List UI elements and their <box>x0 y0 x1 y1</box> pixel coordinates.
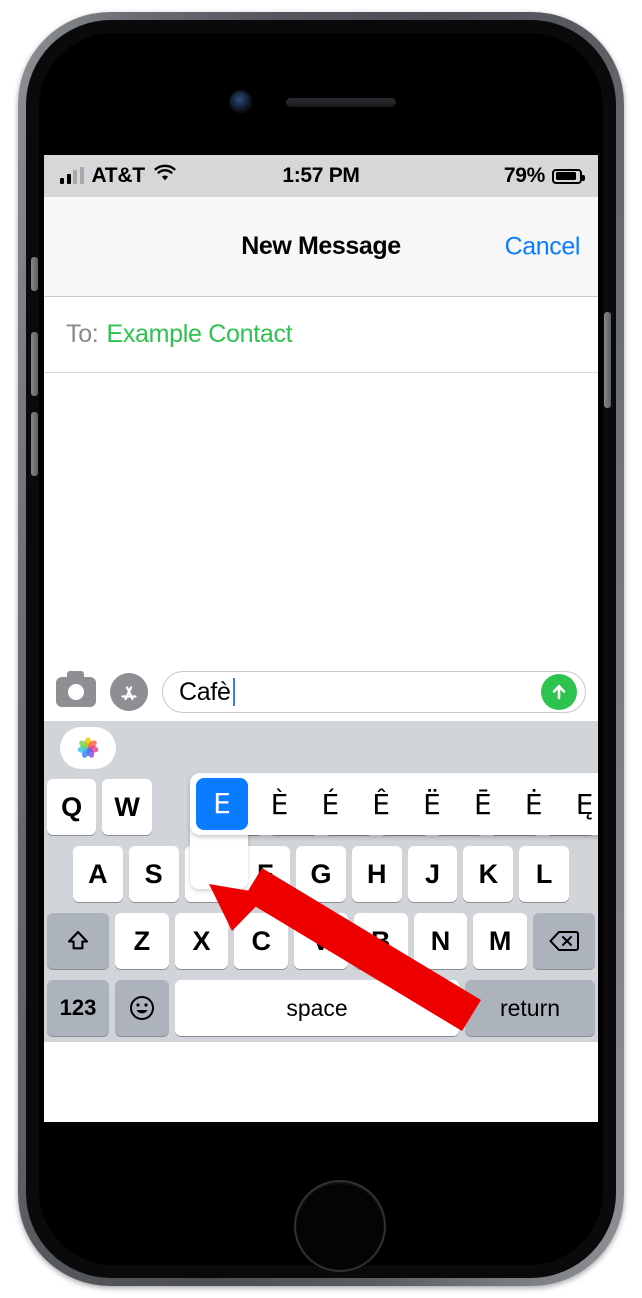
carrier-label: AT&T <box>91 164 146 187</box>
camera-icon[interactable] <box>56 671 96 707</box>
delete-key[interactable] <box>533 913 596 969</box>
to-label: To: <box>66 320 99 348</box>
page-title: New Message <box>241 232 401 260</box>
status-bar-right: 79% <box>503 164 585 188</box>
key-j[interactable]: J <box>407 846 458 902</box>
accent-key-e-dot[interactable]: Ė <box>508 788 559 821</box>
power-button[interactable] <box>604 312 611 408</box>
return-key[interactable]: return <box>465 980 595 1036</box>
volume-up-button[interactable] <box>31 332 38 396</box>
key-h[interactable]: H <box>351 846 402 902</box>
accent-key-e-macron[interactable]: Ē <box>457 788 508 821</box>
imessage-app-drawer <box>44 721 598 775</box>
battery-icon <box>552 168 585 184</box>
key-x[interactable]: X <box>174 913 229 969</box>
message-input-text: Cafè <box>179 677 231 706</box>
keyboard-row-4: 123 space return <box>47 980 595 1036</box>
volume-down-button[interactable] <box>31 412 38 476</box>
accent-key-e-circumflex[interactable]: Ê <box>356 788 407 821</box>
numeric-key[interactable]: 123 <box>47 980 109 1036</box>
battery-percent-label: 79% <box>503 164 545 187</box>
home-button[interactable] <box>294 1180 386 1272</box>
backspace-delete-icon <box>549 931 580 951</box>
key-z[interactable]: Z <box>114 913 169 969</box>
key-m[interactable]: M <box>473 913 528 969</box>
navigation-bar: New Message Cancel <box>44 197 598 297</box>
phone-screen: AT&T 1:57 PM 79% New Message Cancel To: … <box>44 155 598 1122</box>
key-n[interactable]: N <box>413 913 468 969</box>
to-field[interactable]: To: Example Contact <box>44 297 598 373</box>
earpiece-speaker <box>286 98 396 107</box>
accent-key-e-diaeresis[interactable]: Ë <box>407 788 458 821</box>
key-s[interactable]: S <box>128 846 179 902</box>
text-caret <box>232 678 236 706</box>
accent-key-e[interactable]: E <box>196 778 248 830</box>
send-button[interactable] <box>541 674 577 710</box>
signal-bars-icon <box>60 167 84 184</box>
status-bar: AT&T 1:57 PM 79% <box>44 155 598 197</box>
key-w[interactable]: W <box>102 779 152 835</box>
accent-key-e-acute[interactable]: É <box>305 788 356 821</box>
space-key[interactable]: space <box>175 980 459 1036</box>
recipient-chip[interactable]: Example Contact <box>106 320 292 349</box>
front-camera-icon <box>230 91 251 112</box>
accent-key-e-grave[interactable]: È <box>254 788 305 821</box>
key-c[interactable]: C <box>234 913 289 969</box>
key-g[interactable]: G <box>296 846 346 902</box>
message-compose-bar: Cafè <box>44 663 598 721</box>
wifi-icon <box>153 164 177 188</box>
photos-app-icon[interactable] <box>60 727 116 769</box>
message-input[interactable]: Cafè <box>162 671 586 713</box>
key-q[interactable]: Q <box>46 779 97 835</box>
shift-arrow-up-icon <box>67 930 89 950</box>
key-a[interactable]: A <box>72 846 123 902</box>
key-v[interactable]: V <box>294 913 348 969</box>
keyboard-row-2: A S D F G H J K L <box>47 846 595 902</box>
accent-key-e-ogonek[interactable]: Ę <box>559 788 598 821</box>
keyboard-row-3: Z X C V B N M <box>46 913 596 969</box>
key-b[interactable]: B <box>353 913 408 969</box>
status-bar-left: AT&T <box>60 164 177 188</box>
silent-switch[interactable] <box>31 257 38 291</box>
key-l[interactable]: L <box>519 846 570 902</box>
send-arrow-up-icon <box>552 684 566 700</box>
shift-key[interactable] <box>46 913 109 969</box>
accent-popup-tail <box>190 827 248 889</box>
key-k[interactable]: K <box>463 846 514 902</box>
emoji-smiley-icon[interactable] <box>115 980 169 1036</box>
app-store-icon[interactable] <box>110 673 148 711</box>
conversation-area <box>44 373 598 663</box>
cancel-button[interactable]: Cancel <box>505 232 581 261</box>
onscreen-keyboard: E È É Ê Ë Ē Ė Ę Q W R T Y U I O P A S D … <box>44 773 598 1042</box>
accent-character-popup[interactable]: E È É Ê Ë Ē Ė Ę <box>190 773 598 835</box>
